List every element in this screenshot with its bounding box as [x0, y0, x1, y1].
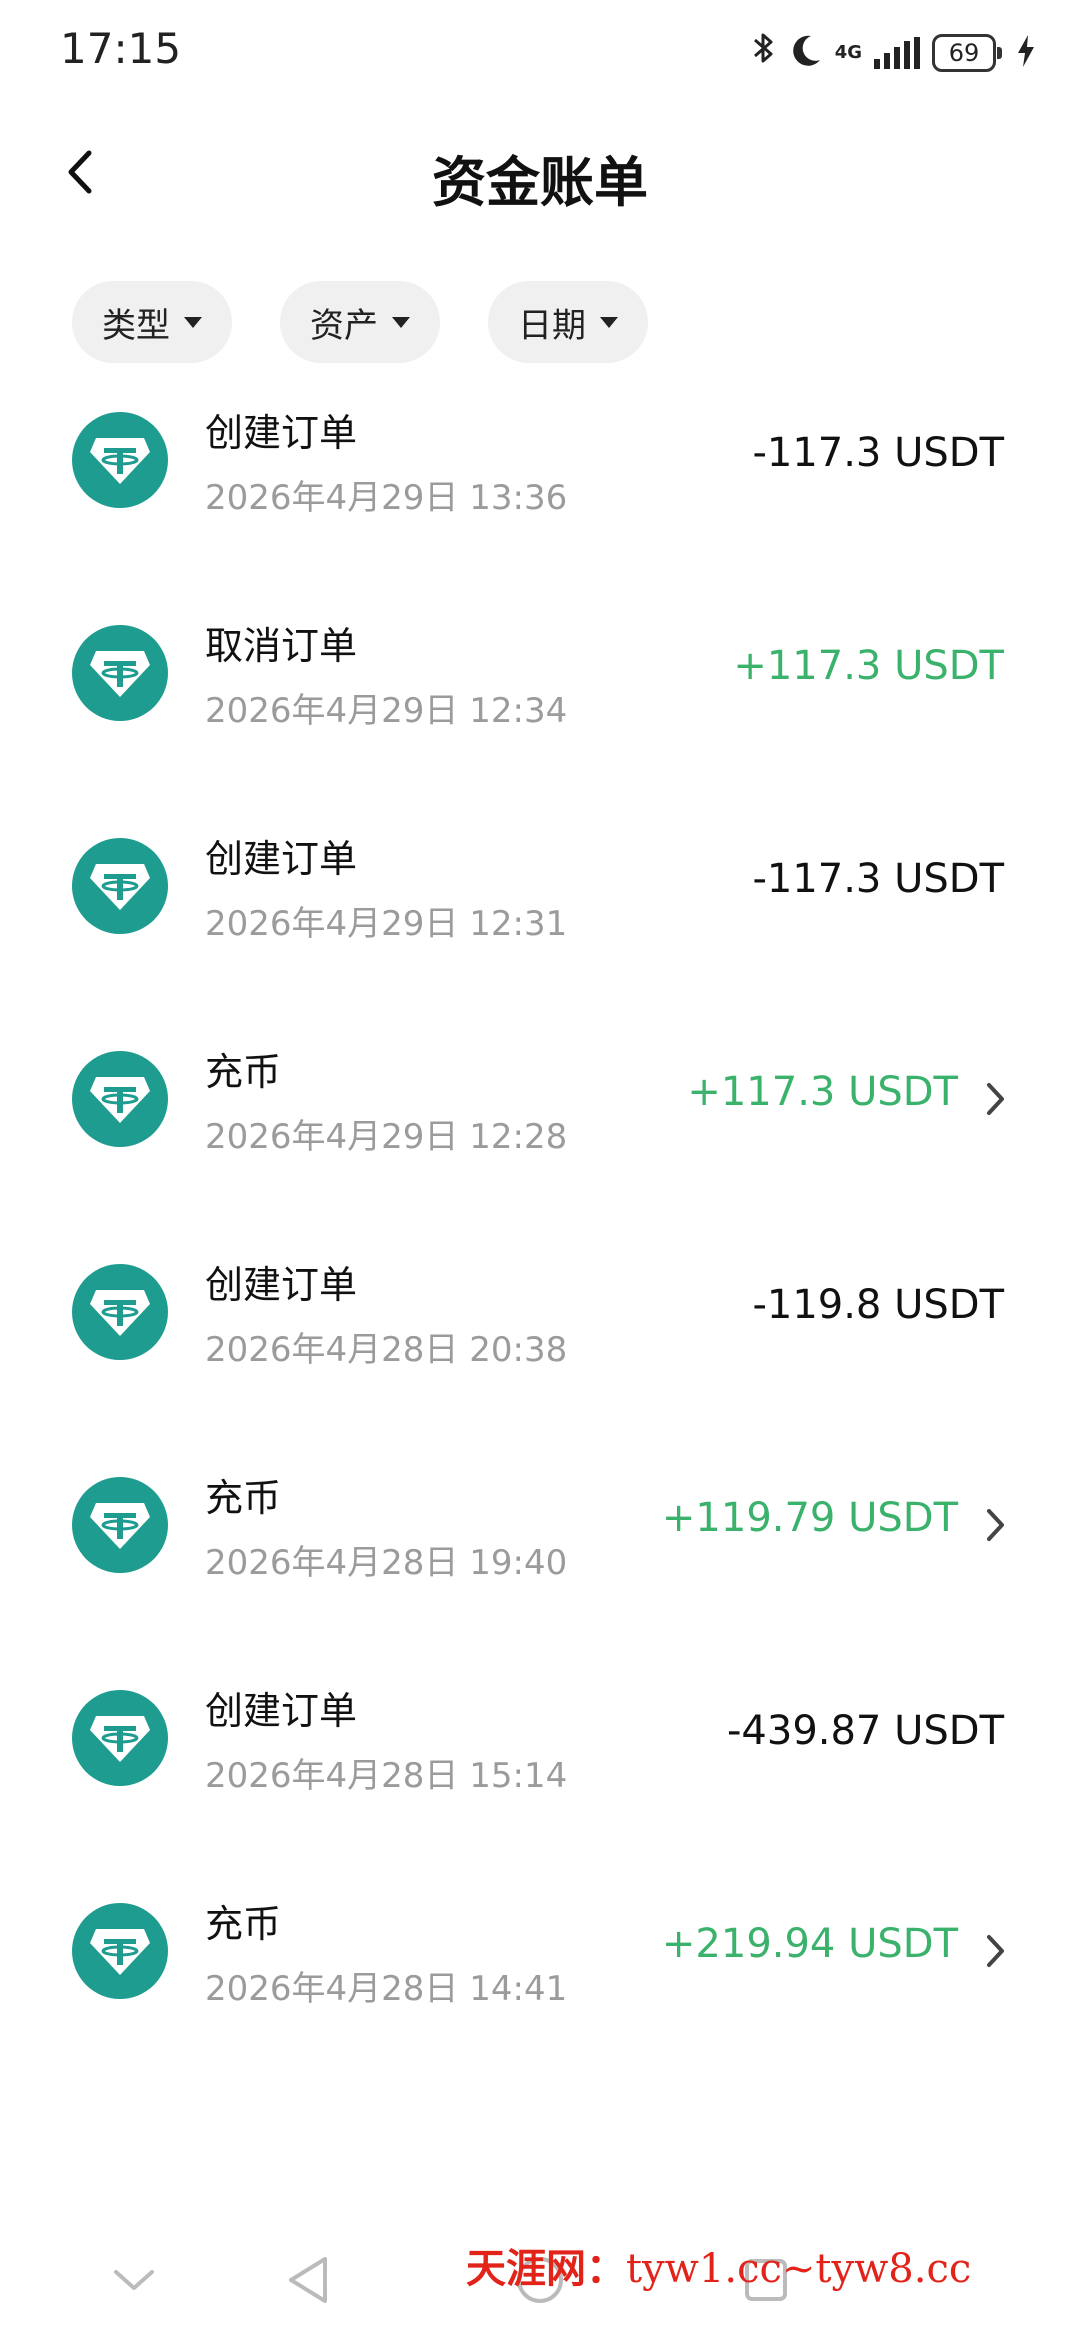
- tether-icon: [90, 1929, 150, 1975]
- transaction-title: 取消订单: [205, 624, 358, 668]
- network-type: 4G: [834, 41, 862, 63]
- status-icons: 4G 69: [751, 30, 1036, 75]
- transaction-title: 创建订单: [205, 1263, 358, 1307]
- coin-avatar: [72, 1051, 168, 1147]
- filter-date-label: 日期: [518, 305, 586, 346]
- coin-avatar: [72, 1690, 168, 1786]
- transaction-amount: -119.8 USDT: [752, 1282, 1004, 1328]
- transaction-time: 2026年4月29日 13:36: [205, 478, 568, 518]
- transaction-amount: +117.3 USDT: [687, 1069, 958, 1115]
- transaction-time: 2026年4月29日 12:28: [205, 1117, 568, 1157]
- transaction-time: 2026年4月28日 20:38: [205, 1330, 568, 1370]
- chevron-down-icon: [114, 2270, 154, 2290]
- transaction-amount: -117.3 USDT: [752, 856, 1004, 902]
- bluetooth-icon: [751, 30, 777, 75]
- transaction-amount: +119.79 USDT: [661, 1495, 958, 1541]
- transaction-title: 创建订单: [205, 1689, 358, 1733]
- watermark: 天涯网：tyw1.cc~tyw8.cc: [466, 2236, 971, 2294]
- tether-icon: [90, 1716, 150, 1762]
- coin-avatar: [72, 1903, 168, 1999]
- transaction-amount: +117.3 USDT: [733, 643, 1004, 689]
- transaction-title: 创建订单: [205, 411, 358, 455]
- transaction-time: 2026年4月29日 12:34: [205, 691, 568, 731]
- transaction-row: 创建订单 2026年4月28日 15:14 -439.87 USDT: [0, 1658, 1080, 1871]
- battery-level: 69: [932, 33, 1002, 72]
- transaction-row[interactable]: 充币 2026年4月28日 19:40 +119.79 USDT: [0, 1445, 1080, 1658]
- detail-chevron[interactable]: [980, 1931, 1010, 1971]
- nav-back-button[interactable]: [278, 2250, 338, 2310]
- detail-chevron[interactable]: [980, 1505, 1010, 1545]
- transaction-title: 创建订单: [205, 837, 358, 881]
- watermark-urls: tyw1.cc~tyw8.cc: [626, 2246, 972, 2292]
- tether-icon: [90, 438, 150, 484]
- header: 资金账单: [0, 120, 1080, 220]
- coin-avatar: [72, 412, 168, 508]
- transaction-time: 2026年4月28日 15:14: [205, 1756, 568, 1796]
- charging-icon: [1016, 33, 1036, 73]
- chevron-right-icon: [987, 1509, 1004, 1541]
- transaction-time: 2026年4月29日 12:31: [205, 904, 568, 944]
- coin-avatar: [72, 1264, 168, 1360]
- transaction-time: 2026年4月28日 14:41: [205, 1969, 568, 2009]
- transaction-row: 创建订单 2026年4月29日 13:36 -117.3 USDT: [0, 380, 1080, 593]
- transaction-title: 充币: [205, 1902, 282, 1946]
- filter-asset-label: 资产: [310, 305, 378, 346]
- filter-date[interactable]: 日期: [488, 281, 648, 363]
- caret-down-icon: [600, 316, 618, 328]
- coin-avatar: [72, 625, 168, 721]
- tether-icon: [90, 1077, 150, 1123]
- status-bar: 17:15 4G 69: [0, 0, 1080, 100]
- watermark-site: 天涯网：: [466, 2245, 626, 2292]
- chevron-right-icon: [987, 1083, 1004, 1115]
- tether-icon: [90, 1290, 150, 1336]
- tether-icon: [90, 1503, 150, 1549]
- transaction-amount: -117.3 USDT: [752, 430, 1004, 476]
- page-title: 资金账单: [432, 151, 648, 214]
- coin-avatar: [72, 838, 168, 934]
- transaction-row: 创建订单 2026年4月28日 20:38 -119.8 USDT: [0, 1232, 1080, 1445]
- coin-avatar: [72, 1477, 168, 1573]
- filter-asset[interactable]: 资产: [280, 281, 440, 363]
- detail-chevron[interactable]: [980, 1079, 1010, 1119]
- tether-icon: [90, 864, 150, 910]
- chevron-right-icon: [987, 1935, 1004, 1967]
- caret-down-icon: [392, 316, 410, 328]
- filter-bar: 类型 资产 日期: [72, 281, 648, 363]
- transaction-list: 创建订单 2026年4月29日 13:36 -117.3 USDT 取消订单 2026年…: [0, 380, 1080, 2084]
- moon-icon: [789, 33, 823, 73]
- filter-type[interactable]: 类型: [72, 281, 232, 363]
- transaction-title: 充币: [205, 1050, 282, 1094]
- transaction-row[interactable]: 充币 2026年4月29日 12:28 +117.3 USDT: [0, 1019, 1080, 1232]
- transaction-amount: -439.87 USDT: [726, 1708, 1004, 1754]
- transaction-row: 创建订单 2026年4月29日 12:31 -117.3 USDT: [0, 806, 1080, 1019]
- transaction-row[interactable]: 充币 2026年4月28日 14:41 +219.94 USDT: [0, 1871, 1080, 2084]
- nav-collapse-button[interactable]: [104, 2250, 164, 2310]
- filter-type-label: 类型: [102, 305, 170, 346]
- caret-down-icon: [184, 316, 202, 328]
- transaction-title: 充币: [205, 1476, 282, 1520]
- transaction-row: 取消订单 2026年4月29日 12:34 +117.3 USDT: [0, 593, 1080, 806]
- tether-icon: [90, 651, 150, 697]
- transaction-amount: +219.94 USDT: [661, 1921, 958, 1967]
- triangle-back-icon: [289, 2257, 327, 2303]
- transaction-time: 2026年4月28日 19:40: [205, 1543, 568, 1583]
- signal-icon: [874, 36, 920, 69]
- status-time: 17:15: [60, 24, 182, 73]
